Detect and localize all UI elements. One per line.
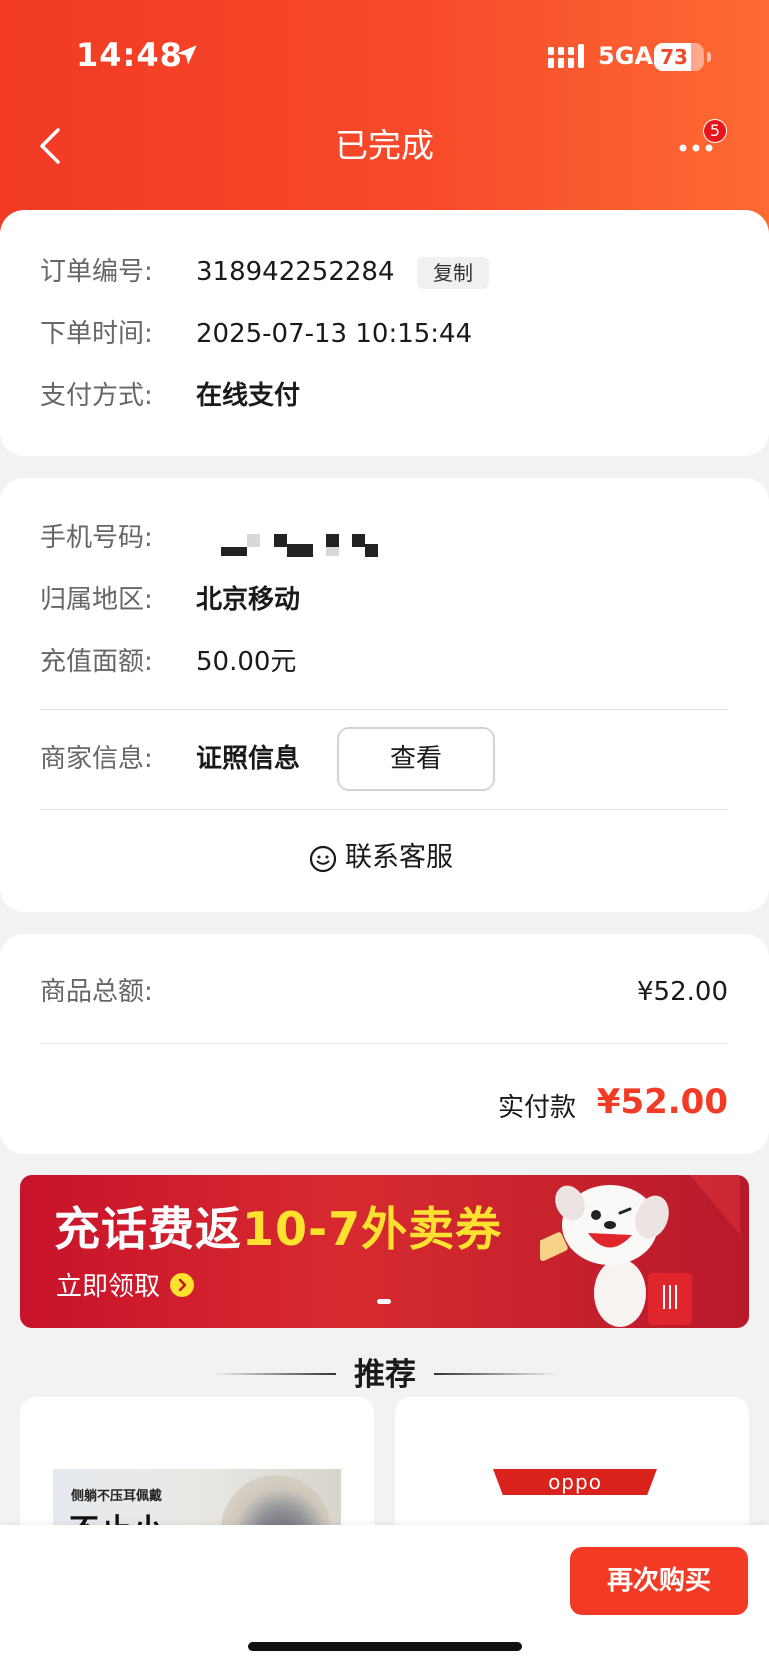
- recommend-title: 推荐: [354, 1357, 416, 1393]
- order-number-label: 订单编号:: [40, 257, 153, 287]
- network-type: 5GA: [598, 42, 653, 70]
- more-options-icon[interactable]: [678, 142, 714, 154]
- recommend-divider-left: [212, 1373, 336, 1375]
- divider: [40, 809, 728, 810]
- region-value: 北京移动: [196, 585, 301, 615]
- contact-service-link[interactable]: 联系客服: [345, 840, 453, 876]
- home-indicator: [248, 1642, 522, 1651]
- recommend-divider-right: [434, 1373, 558, 1375]
- battery-percent: 73: [660, 45, 688, 69]
- merchant-info-label: 商家信息:: [40, 744, 153, 774]
- promo-banner[interactable]: 充话费返10-7外卖券 立即领取: [20, 1175, 749, 1328]
- carousel-indicator: [377, 1299, 391, 1304]
- bottom-action-bar: 再次购买: [0, 1525, 769, 1665]
- banner-title: 充话费返10-7外卖券: [54, 1202, 503, 1256]
- divider: [40, 1043, 728, 1044]
- amount-value: 50.00元: [196, 647, 297, 677]
- goods-total-label: 商品总额:: [40, 977, 153, 1007]
- status-time: 14:48: [76, 36, 183, 74]
- customer-service-icon[interactable]: [309, 845, 337, 873]
- payment-method-value: 在线支付: [196, 381, 301, 411]
- amount-label: 充值面额:: [40, 647, 153, 677]
- order-info-card: 订单编号: 318942252284 复制 下单时间: 2025-07-13 1…: [0, 210, 769, 456]
- region-label: 归属地区:: [40, 585, 153, 615]
- battery-cap: [707, 52, 711, 62]
- actual-paid-label: 实付款: [498, 1093, 577, 1123]
- payment-card: 商品总额: ¥52.00 实付款 ¥52.00: [0, 934, 769, 1154]
- order-time-label: 下单时间:: [40, 319, 153, 349]
- status-bar: 14:48 5GA 73: [0, 0, 769, 110]
- order-time-value: 2025-07-13 10:15:44: [196, 319, 473, 349]
- recharge-info-card: 手机号码: 归属地区: 北京移动 充值面额: 50.00元 商家信息: 证照信息…: [0, 478, 769, 912]
- payment-method-label: 支付方式:: [40, 381, 153, 411]
- order-number-value: 318942252284: [196, 257, 395, 287]
- buy-again-button[interactable]: 再次购买: [570, 1547, 748, 1615]
- product-tagline: 侧躺不压耳佩戴: [71, 1489, 163, 1504]
- message-badge: 5: [703, 119, 727, 143]
- goods-total-value: ¥52.00: [637, 977, 728, 1007]
- location-arrow-icon: [177, 45, 197, 65]
- divider: [40, 709, 728, 710]
- signal-icon: [548, 44, 584, 68]
- page-title: 已完成: [335, 126, 434, 165]
- view-license-button[interactable]: 查看: [337, 727, 495, 791]
- chevron-right-circle-icon: [170, 1273, 194, 1297]
- banner-claim-link[interactable]: 立即领取: [56, 1269, 160, 1305]
- mascot-dog-image: [540, 1175, 740, 1327]
- actual-paid-value: ¥52.00: [596, 1082, 728, 1122]
- copy-button[interactable]: 复制: [417, 257, 489, 289]
- license-info-label: 证照信息: [196, 744, 301, 774]
- battery-indicator: 73: [654, 43, 704, 71]
- phone-number-label: 手机号码:: [40, 523, 153, 553]
- oppo-logo: oppo: [493, 1469, 657, 1495]
